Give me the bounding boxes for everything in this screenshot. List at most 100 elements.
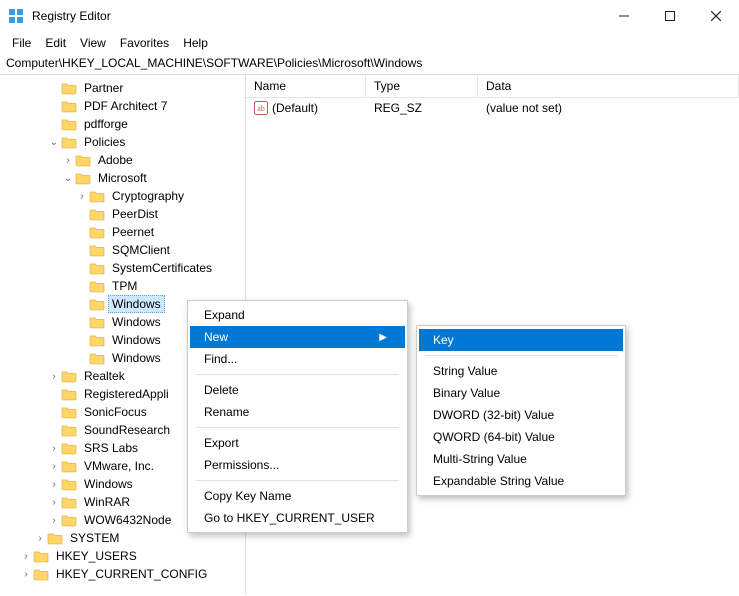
ctx-new-expandsz[interactable]: Expandable String Value bbox=[419, 470, 623, 492]
ctx-delete[interactable]: Delete bbox=[190, 379, 405, 401]
folder-icon bbox=[33, 567, 49, 581]
ctx-new-key[interactable]: Key bbox=[419, 329, 623, 351]
folder-icon bbox=[89, 207, 105, 221]
tree-node[interactable]: ⌄Microsoft bbox=[0, 169, 245, 187]
folder-icon bbox=[89, 279, 105, 293]
chevron-right-icon[interactable]: › bbox=[62, 155, 74, 166]
folder-icon bbox=[89, 351, 105, 365]
tree-node[interactable]: PeerDist bbox=[0, 205, 245, 223]
menu-view[interactable]: View bbox=[74, 34, 112, 52]
tree-node-label: WOW6432Node bbox=[80, 511, 175, 529]
folder-icon bbox=[61, 405, 77, 419]
chevron-right-icon[interactable]: › bbox=[48, 515, 60, 526]
ctx-separator bbox=[196, 480, 399, 481]
folder-icon bbox=[89, 189, 105, 203]
tree-node[interactable]: ›Adobe bbox=[0, 151, 245, 169]
folder-icon bbox=[61, 495, 77, 509]
menu-help[interactable]: Help bbox=[177, 34, 214, 52]
folder-icon bbox=[61, 99, 77, 113]
close-button[interactable] bbox=[693, 0, 739, 32]
ctx-copy-key-name[interactable]: Copy Key Name bbox=[190, 485, 405, 507]
chevron-right-icon[interactable]: › bbox=[48, 371, 60, 382]
menu-edit[interactable]: Edit bbox=[39, 34, 72, 52]
string-value-icon bbox=[254, 101, 268, 115]
chevron-right-icon[interactable]: › bbox=[20, 569, 32, 580]
ctx-new-dword[interactable]: DWORD (32-bit) Value bbox=[419, 404, 623, 426]
tree-node-label: WinRAR bbox=[80, 493, 134, 511]
tree-node-label: PDF Architect 7 bbox=[80, 97, 171, 115]
tree-node-label: SQMClient bbox=[108, 241, 174, 259]
tree-node-label: SonicFocus bbox=[80, 403, 151, 421]
tree-node-label: Windows bbox=[108, 331, 165, 349]
chevron-down-icon[interactable]: ⌄ bbox=[62, 173, 74, 184]
tree-node-label: Cryptography bbox=[108, 187, 188, 205]
ctx-find[interactable]: Find... bbox=[190, 348, 405, 370]
minimize-button[interactable] bbox=[601, 0, 647, 32]
tree-node[interactable]: Partner bbox=[0, 79, 245, 97]
tree-node[interactable]: SQMClient bbox=[0, 241, 245, 259]
maximize-button[interactable] bbox=[647, 0, 693, 32]
tree-node[interactable]: TPM bbox=[0, 277, 245, 295]
tree-node[interactable]: ›HKEY_CURRENT_CONFIG bbox=[0, 565, 245, 583]
folder-icon bbox=[61, 513, 77, 527]
tree-node-label: PeerDist bbox=[108, 205, 162, 223]
folder-icon bbox=[89, 261, 105, 275]
folder-icon bbox=[61, 117, 77, 131]
chevron-right-icon[interactable]: › bbox=[48, 497, 60, 508]
tree-node-label: Windows bbox=[108, 313, 165, 331]
col-header-data[interactable]: Data bbox=[478, 75, 739, 97]
tree-node-label: HKEY_USERS bbox=[52, 547, 141, 565]
ctx-new-multisz[interactable]: Multi-String Value bbox=[419, 448, 623, 470]
folder-icon bbox=[61, 423, 77, 437]
ctx-expand[interactable]: Expand bbox=[190, 304, 405, 326]
tree-node-label: Windows bbox=[108, 295, 165, 313]
menu-bar: File Edit View Favorites Help bbox=[0, 32, 739, 54]
chevron-right-icon[interactable]: › bbox=[34, 533, 46, 544]
ctx-goto-hkcu[interactable]: Go to HKEY_CURRENT_USER bbox=[190, 507, 405, 529]
ctx-export[interactable]: Export bbox=[190, 432, 405, 454]
ctx-separator bbox=[196, 374, 399, 375]
tree-node[interactable]: SystemCertificates bbox=[0, 259, 245, 277]
tree-node[interactable]: PDF Architect 7 bbox=[0, 97, 245, 115]
menu-favorites[interactable]: Favorites bbox=[114, 34, 175, 52]
tree-node[interactable]: › HKEY_USERS bbox=[0, 547, 245, 565]
context-submenu-new: Key String Value Binary Value DWORD (32-… bbox=[416, 325, 626, 496]
menu-file[interactable]: File bbox=[6, 34, 37, 52]
chevron-right-icon[interactable]: › bbox=[76, 191, 88, 202]
tree-node[interactable]: › Cryptography bbox=[0, 187, 245, 205]
folder-icon bbox=[75, 171, 91, 185]
tree-node[interactable]: pdfforge bbox=[0, 115, 245, 133]
title-bar: Registry Editor bbox=[0, 0, 739, 32]
tree-node-label: SRS Labs bbox=[80, 439, 142, 457]
col-header-type[interactable]: Type bbox=[366, 75, 478, 97]
value-name: (Default) bbox=[272, 101, 318, 115]
chevron-right-icon[interactable]: › bbox=[48, 479, 60, 490]
chevron-down-icon[interactable]: ⌄ bbox=[48, 137, 60, 148]
folder-icon bbox=[61, 477, 77, 491]
tree-node-label: Partner bbox=[80, 79, 127, 97]
app-icon bbox=[8, 8, 24, 24]
ctx-new-binary[interactable]: Binary Value bbox=[419, 382, 623, 404]
address-bar[interactable]: Computer\HKEY_LOCAL_MACHINE\SOFTWARE\Pol… bbox=[0, 54, 739, 75]
folder-icon bbox=[89, 243, 105, 257]
folder-icon bbox=[89, 333, 105, 347]
chevron-right-icon[interactable]: › bbox=[48, 461, 60, 472]
ctx-separator bbox=[196, 427, 399, 428]
ctx-new[interactable]: New ▶ bbox=[190, 326, 405, 348]
tree-node-label: SoundResearch bbox=[80, 421, 174, 439]
window-title: Registry Editor bbox=[32, 9, 111, 23]
value-row[interactable]: (Default) REG_SZ (value not set) bbox=[246, 98, 739, 118]
ctx-new-string[interactable]: String Value bbox=[419, 360, 623, 382]
list-header: Name Type Data bbox=[246, 75, 739, 98]
tree-node-label: RegisteredAppli bbox=[80, 385, 173, 403]
tree-node[interactable]: Peernet bbox=[0, 223, 245, 241]
chevron-right-icon[interactable]: › bbox=[48, 443, 60, 454]
ctx-rename[interactable]: Rename bbox=[190, 401, 405, 423]
tree-node-label: pdfforge bbox=[80, 115, 132, 133]
ctx-new-qword[interactable]: QWORD (64-bit) Value bbox=[419, 426, 623, 448]
value-data: (value not set) bbox=[478, 98, 739, 118]
ctx-permissions[interactable]: Permissions... bbox=[190, 454, 405, 476]
chevron-right-icon[interactable]: › bbox=[20, 551, 32, 562]
col-header-name[interactable]: Name bbox=[246, 75, 366, 97]
tree-node[interactable]: ⌄Policies bbox=[0, 133, 245, 151]
